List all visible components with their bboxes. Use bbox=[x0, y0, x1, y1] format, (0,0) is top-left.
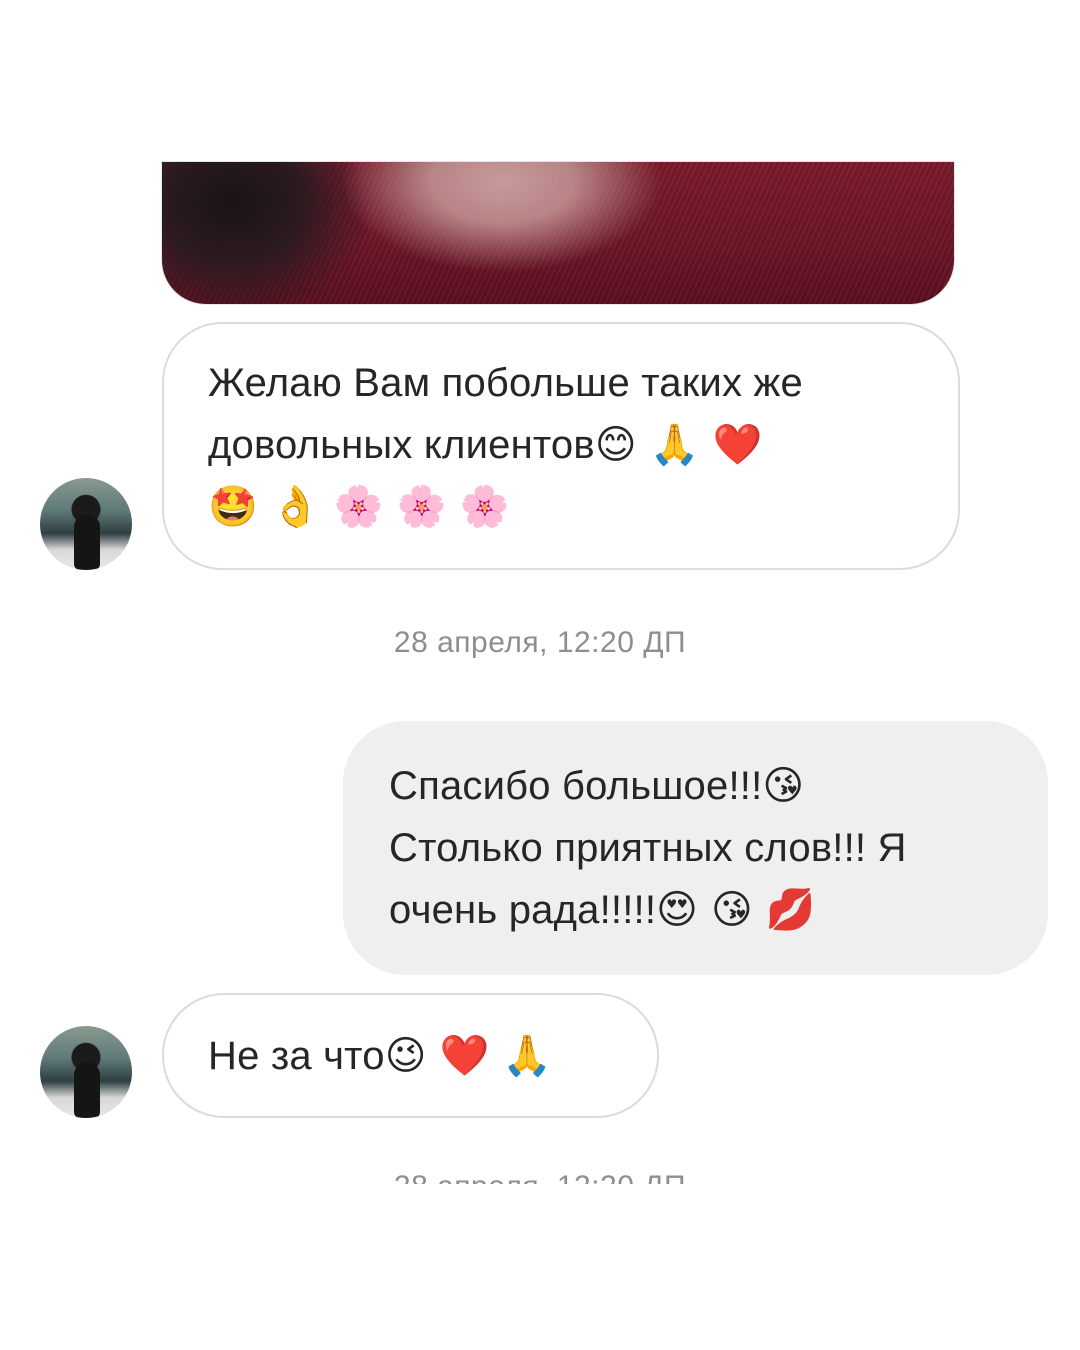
sender-avatar[interactable] bbox=[40, 478, 132, 570]
sender-avatar[interactable] bbox=[40, 1026, 132, 1118]
emoji-group: 😊 🙏 ❤️ bbox=[594, 422, 763, 468]
photo-message[interactable] bbox=[162, 162, 954, 304]
emoji-group: 😍 😘 💋 bbox=[656, 887, 816, 933]
outgoing-message-bubble[interactable]: Спасибо большое!!!😘 Столько приятных сло… bbox=[343, 721, 1048, 975]
message-timestamp: 28 апреля, 12:20 ДП bbox=[0, 1170, 1080, 1184]
message-text-line: довольных клиентов😊 🙏 ❤️ bbox=[208, 414, 918, 476]
incoming-message-bubble[interactable]: Желаю Вам побольше таких же довольных кл… bbox=[162, 322, 960, 570]
avatar-figure bbox=[74, 1062, 100, 1118]
emoji-group: 😘 bbox=[762, 763, 805, 809]
message-text: Спасибо большое!!! bbox=[389, 764, 763, 808]
incoming-message-bubble[interactable]: Не за что😉 ❤️ 🙏 bbox=[162, 993, 659, 1118]
message-text-line: Столько приятных слов!!! Я bbox=[389, 826, 907, 870]
avatar-figure bbox=[74, 514, 100, 570]
message-text: Не за что bbox=[208, 1034, 385, 1078]
message-text-line: Спасибо большое!!!😘 bbox=[389, 755, 1008, 817]
message-text: очень рада!!!!! bbox=[389, 888, 657, 932]
message-text-line: Не за что😉 ❤️ 🙏 bbox=[208, 1025, 627, 1087]
message-text-line: Желаю Вам побольше таких же bbox=[208, 361, 803, 405]
emoji-group: 😉 ❤️ 🙏 bbox=[384, 1033, 553, 1079]
message-text: довольных клиентов bbox=[208, 423, 595, 467]
message-text-line: очень рада!!!!!😍 😘 💋 bbox=[389, 879, 1008, 941]
message-timestamp: 28 апреля, 12:20 ДП bbox=[393, 626, 687, 659]
emoji-group: 🤩 👌 🌸 🌸 🌸 bbox=[208, 484, 510, 530]
